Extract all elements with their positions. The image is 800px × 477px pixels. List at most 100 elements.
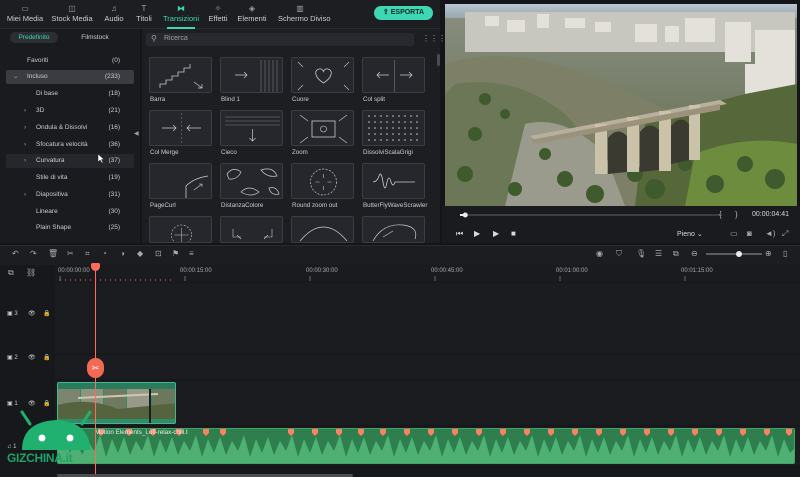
shield-icon[interactable]: ⛉ xyxy=(616,249,622,259)
monitor-icon[interactable]: ▭ xyxy=(730,229,738,238)
eye-icon[interactable]: 👁 xyxy=(28,354,36,361)
page-curl-icon xyxy=(185,175,209,198)
track-number: ▣ 2 xyxy=(7,355,18,361)
marker-icon[interactable]: ⚑ xyxy=(172,249,179,258)
category-stile-di-vita[interactable]: Stile di vita (19) xyxy=(6,171,134,185)
snapshot-icon[interactable]: ⧉ xyxy=(673,249,679,259)
vertical-scrollbar[interactable] xyxy=(437,54,440,66)
mixer-icon[interactable]: ☰ xyxy=(655,249,662,258)
add-track-icon[interactable]: ⧉ xyxy=(8,268,14,278)
transition-thumb[interactable] xyxy=(149,110,212,146)
subtab-filmstock[interactable]: Filmstock xyxy=(70,32,120,43)
category-diapositiva[interactable]: › Diapositiva (31) xyxy=(6,188,134,202)
transition-label: DissolviScalaGrigi xyxy=(363,149,413,156)
search-icon: ⚲ xyxy=(151,34,157,43)
track-video-2[interactable] xyxy=(55,355,800,379)
transition-thumb[interactable] xyxy=(149,57,212,93)
transition-thumb[interactable] xyxy=(149,163,212,199)
chevron-right-icon: › xyxy=(24,141,27,148)
transition-thumb[interactable] xyxy=(220,110,283,146)
fit-icon[interactable]: ⊡ xyxy=(155,249,162,258)
audio-clip-label: Motion Elements_Lofi-relax-chill.t xyxy=(95,429,188,436)
keyframe-icon[interactable]: ◆ xyxy=(137,249,143,258)
camera-icon[interactable]: ◙ xyxy=(747,229,752,238)
category-3d[interactable]: › 3D (21) xyxy=(6,104,134,118)
video-preview[interactable] xyxy=(445,4,797,206)
transition-thumb[interactable] xyxy=(220,163,283,199)
tab-stock-media[interactable]: ◫ Stock Media xyxy=(50,3,94,27)
step-back-icon[interactable]: ⏮ xyxy=(456,229,463,239)
category-di-base[interactable]: Di base (18) xyxy=(6,87,134,101)
subtab-predefinito[interactable]: Predefinito xyxy=(10,32,58,43)
quality-select[interactable]: Pieno ⌄ xyxy=(677,230,703,238)
link-icon[interactable]: ⛓ xyxy=(26,268,36,277)
tab-schermo-diviso[interactable]: ▥ Schermo Diviso xyxy=(278,3,331,27)
category-sfocatura-velocita[interactable]: › Sfocatura velocità (36) xyxy=(6,138,134,152)
transition-thumb[interactable] xyxy=(291,110,354,146)
eye-icon[interactable]: 👁 xyxy=(28,310,36,317)
ruler-label: 00:01:15:00 xyxy=(681,268,713,274)
mark-in-icon[interactable]: { xyxy=(719,210,722,219)
cut-icon[interactable]: ✂ xyxy=(67,249,74,258)
zoom-in-icon[interactable]: ⊕ xyxy=(765,249,772,258)
blob-shapes-icon xyxy=(226,168,280,196)
tab-miei-media[interactable]: ▭ Miei Media xyxy=(3,3,47,27)
blinds-icon xyxy=(235,60,278,92)
transition-label: ButterFlyWaveScrawler xyxy=(363,202,428,209)
stop-icon[interactable]: ■ xyxy=(511,229,516,238)
transition-label: Round zoom out xyxy=(292,202,338,209)
volume-icon[interactable]: ◄) xyxy=(765,229,776,238)
lock-icon[interactable]: 🔒 xyxy=(43,354,50,361)
redo-icon[interactable]: ↷ xyxy=(30,249,37,258)
transition-thumb[interactable] xyxy=(362,57,425,93)
playback-progress-bar[interactable] xyxy=(460,212,722,218)
logo-text: GIZCHINA.it xyxy=(7,451,73,465)
upload-icon: ⇪ xyxy=(382,9,391,16)
settings-lines-icon[interactable]: ≡ xyxy=(189,249,194,258)
speed-icon[interactable]: ◔ xyxy=(102,249,107,258)
fullscreen-icon[interactable]: ⤢ xyxy=(782,229,788,239)
export-button[interactable]: ⇪ ESPORTA xyxy=(374,6,433,20)
transition-thumb[interactable] xyxy=(149,216,212,243)
chevron-down-icon: ⌄ xyxy=(13,73,19,80)
zoom-slider[interactable] xyxy=(706,250,762,258)
transition-thumb[interactable] xyxy=(291,163,354,199)
category-lineare[interactable]: Lineare (30) xyxy=(6,205,134,219)
ruler-label: 00:00:00:00 xyxy=(58,268,90,274)
transition-thumb[interactable] xyxy=(362,163,425,199)
track-video-3[interactable] xyxy=(55,283,800,353)
play-icon[interactable]: ▶ xyxy=(493,229,499,238)
play-frame-icon[interactable]: ▶︎ xyxy=(474,229,480,238)
transition-thumb[interactable] xyxy=(220,57,283,93)
corner-arrows-icon xyxy=(232,229,273,240)
render-icon[interactable]: ◉ xyxy=(596,249,603,258)
transition-thumb[interactable] xyxy=(291,216,354,243)
chevron-right-icon: › xyxy=(24,124,27,131)
mark-out-icon[interactable]: } xyxy=(735,210,738,219)
zoom-out-icon[interactable]: ⊖ xyxy=(691,249,698,258)
category-incluso[interactable]: ⌄ Incluso (233) xyxy=(6,70,134,84)
lock-icon[interactable]: 🔒 xyxy=(43,310,50,317)
scissors-icon[interactable]: ✂ xyxy=(87,358,104,378)
search-input[interactable]: ⚲ Ricerca xyxy=(146,33,414,46)
collapse-panel-icon[interactable]: ◀ xyxy=(134,130,139,137)
transition-thumb[interactable] xyxy=(362,216,425,243)
fit-timeline-icon[interactable]: ▯ xyxy=(783,249,787,258)
category-ondula-dissolvi[interactable]: › Ondula & Dissolvi (16) xyxy=(6,121,134,135)
track-number: ▣ 3 xyxy=(7,311,18,317)
category-plain-shape[interactable]: Plain Shape (25) xyxy=(6,221,134,235)
transition-thumb[interactable] xyxy=(220,216,283,243)
delete-icon[interactable]: 🗑 xyxy=(48,249,58,258)
category-favoriti[interactable]: Favoriti (0) xyxy=(6,54,134,68)
transition-thumb[interactable] xyxy=(291,57,354,93)
color-icon[interactable]: ◑ xyxy=(120,249,125,258)
category-curvatura[interactable]: › Curvatura (37) xyxy=(6,154,134,168)
undo-icon[interactable]: ↶ xyxy=(12,249,19,258)
tab-elementi[interactable]: ◈ Elementi xyxy=(230,3,274,27)
grid-view-icon[interactable]: ⋮⋮⋮ xyxy=(422,34,446,43)
microphone-icon[interactable]: 🎙 xyxy=(636,249,646,258)
crop-icon[interactable]: ⌗ xyxy=(85,249,90,259)
transition-label: Barra xyxy=(150,96,166,103)
zoom-icon xyxy=(299,114,348,144)
transition-thumb[interactable] xyxy=(362,110,425,146)
